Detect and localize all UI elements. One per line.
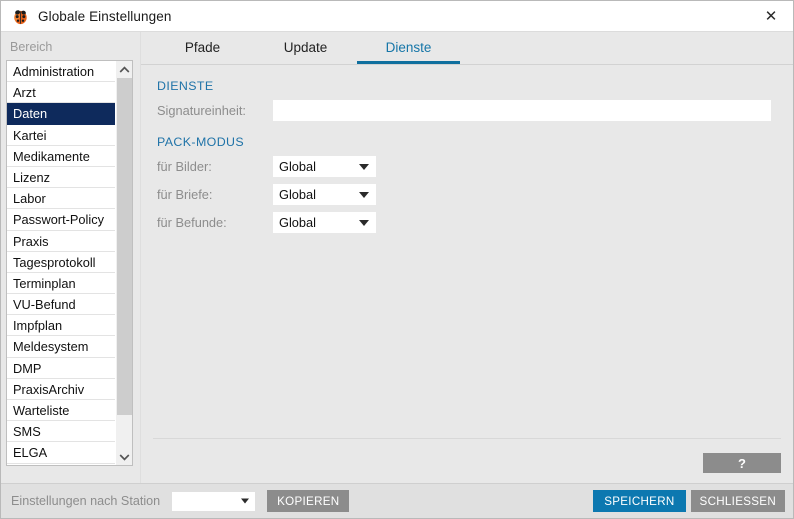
chevron-down-icon — [241, 498, 250, 504]
sidebar-item-tagesprotokoll[interactable]: Tagesprotokoll — [7, 252, 115, 273]
chevron-down-icon — [359, 219, 369, 226]
window-body: Bereich Administration Arzt Daten Kartei… — [1, 32, 793, 483]
sidebar-item-ekos[interactable]: EKOS — [7, 464, 115, 465]
tab-update[interactable]: Update — [254, 40, 357, 64]
sidebar-item-administration[interactable]: Administration — [7, 61, 115, 83]
sidebar: Bereich Administration Arzt Daten Kartei… — [1, 32, 140, 483]
sidebar-list[interactable]: Administration Arzt Daten Kartei Medikam… — [6, 60, 133, 466]
sidebar-item-lizenz[interactable]: Lizenz — [7, 167, 115, 189]
title-bar: Globale Einstellungen ✕ — [1, 1, 793, 32]
pack-modus-befunde-value: Global — [279, 215, 316, 230]
sidebar-item-arzt[interactable]: Arzt — [7, 82, 115, 104]
signatureinheit-input[interactable] — [273, 100, 771, 121]
section-heading-pack-modus: PACK-MODUS — [157, 135, 245, 149]
sidebar-item-praxis[interactable]: Praxis — [7, 231, 115, 252]
signatureinheit-label: Signatureinheit: — [157, 103, 246, 118]
speichern-button[interactable]: SPEICHERN — [593, 490, 686, 512]
pack-modus-befunde-label: für Befunde: — [157, 215, 227, 230]
form-area: DIENSTE Signatureinheit: PACK-MODUS für … — [141, 65, 793, 483]
pack-modus-befunde-row: für Befunde: Global — [141, 212, 793, 233]
footer-bar: Einstellungen nach Station KOPIEREN SPEI… — [1, 483, 793, 518]
sidebar-item-medikamente[interactable]: Medikamente — [7, 146, 115, 167]
sidebar-list-items: Administration Arzt Daten Kartei Medikam… — [7, 61, 115, 465]
sidebar-item-elga[interactable]: ELGA — [7, 442, 115, 464]
chevron-down-icon — [359, 163, 369, 170]
tab-dienste[interactable]: Dienste — [357, 40, 460, 64]
pack-modus-befunde-select[interactable]: Global — [273, 212, 376, 233]
sidebar-item-warteliste[interactable]: Warteliste — [7, 400, 115, 422]
sidebar-item-passwort-policy[interactable]: Passwort-Policy — [7, 209, 115, 231]
window-title: Globale Einstellungen — [38, 8, 172, 24]
pack-modus-briefe-select[interactable]: Global — [273, 184, 376, 205]
content-pane: Pfade Update Dienste DIENSTE Signaturein… — [140, 32, 793, 483]
sidebar-item-praxisarchiv[interactable]: PraxisArchiv — [7, 379, 115, 400]
scroll-up-icon[interactable] — [116, 61, 132, 78]
tab-pfade[interactable]: Pfade — [151, 40, 254, 64]
close-icon[interactable]: ✕ — [749, 1, 793, 30]
station-select[interactable] — [172, 491, 256, 511]
sidebar-header: Bereich — [10, 40, 53, 54]
sidebar-item-labor[interactable]: Labor — [7, 188, 115, 210]
sidebar-item-dmp[interactable]: DMP — [7, 358, 115, 379]
sidebar-item-kartei[interactable]: Kartei — [7, 125, 115, 146]
scroll-down-icon[interactable] — [116, 448, 132, 465]
help-button[interactable]: ? — [703, 453, 781, 473]
sidebar-item-terminplan[interactable]: Terminplan — [7, 273, 115, 295]
schliessen-button[interactable]: SCHLIESSEN — [690, 490, 785, 512]
pack-modus-briefe-row: für Briefe: Global — [141, 184, 793, 205]
station-label: Einstellungen nach Station — [11, 494, 161, 508]
sidebar-item-sms[interactable]: SMS — [7, 421, 115, 443]
pack-modus-bilder-row: für Bilder: Global — [141, 156, 793, 177]
scrollbar-thumb[interactable] — [117, 78, 132, 415]
signatureinheit-row: Signatureinheit: — [141, 100, 793, 121]
pack-modus-bilder-select[interactable]: Global — [273, 156, 376, 177]
pack-modus-briefe-label: für Briefe: — [157, 187, 213, 202]
pack-modus-briefe-value: Global — [279, 187, 316, 202]
pack-modus-bilder-value: Global — [279, 159, 316, 174]
chevron-down-icon — [359, 191, 369, 198]
help-row: ? — [703, 453, 781, 473]
sidebar-scrollbar[interactable] — [115, 61, 132, 465]
sidebar-item-impfplan[interactable]: Impfplan — [7, 315, 115, 337]
globale-einstellungen-window: Globale Einstellungen ✕ Bereich Administ… — [0, 0, 794, 519]
content-divider — [153, 438, 781, 439]
ladybug-icon — [11, 7, 29, 25]
sidebar-item-daten[interactable]: Daten — [7, 103, 115, 125]
sidebar-item-meldesystem[interactable]: Meldesystem — [7, 336, 115, 358]
section-heading-dienste: DIENSTE — [157, 79, 214, 93]
kopieren-button[interactable]: KOPIEREN — [267, 490, 350, 512]
tab-bar: Pfade Update Dienste — [141, 32, 793, 65]
pack-modus-bilder-label: für Bilder: — [157, 159, 212, 174]
sidebar-item-vu-befund[interactable]: VU-Befund — [7, 294, 115, 316]
